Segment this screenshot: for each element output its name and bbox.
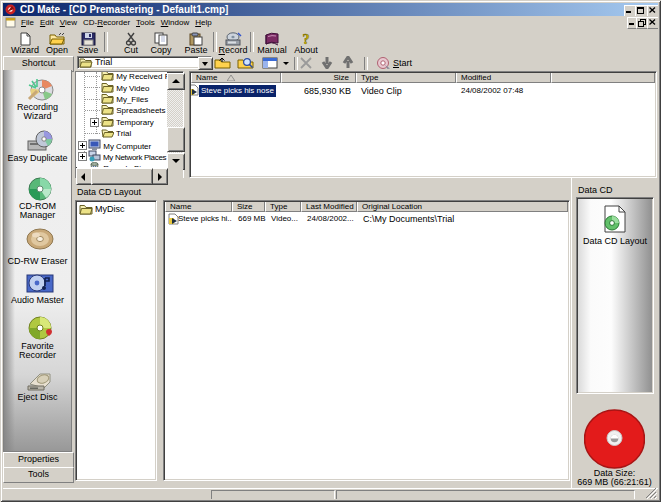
svg-text:?: ? bbox=[303, 32, 310, 46]
